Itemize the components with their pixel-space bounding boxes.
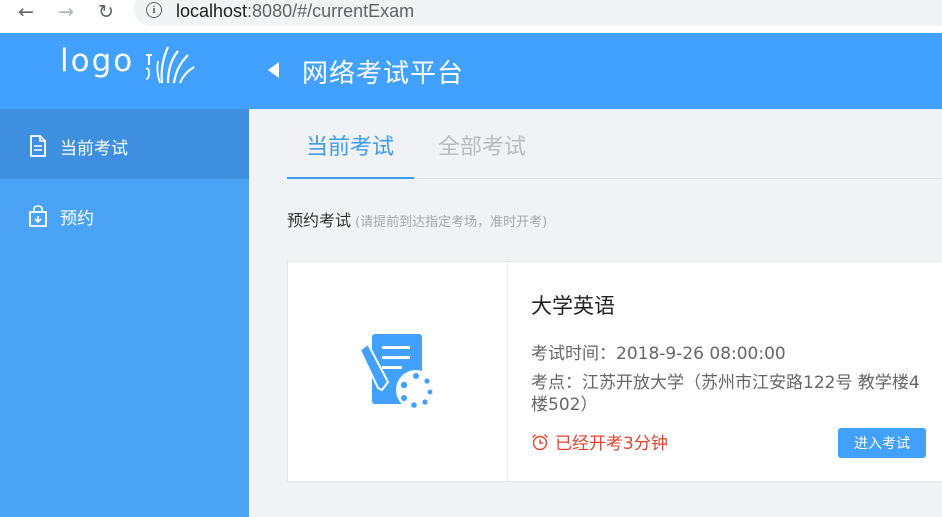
sidebar-item-label: 当前考试	[60, 139, 128, 159]
exam-status: 已经开考3分钟	[531, 429, 668, 454]
section-heading: 预约考试 (请提前到达指定考场，准时开考)	[287, 207, 547, 231]
collapse-sidebar-icon[interactable]	[268, 62, 279, 78]
exam-card-icon-area	[288, 262, 508, 481]
active-tab-indicator	[287, 177, 414, 179]
forward-arrow-icon[interactable]: →	[54, 0, 78, 24]
url-text[interactable]: localhost:8080/#/currentExam	[176, 0, 414, 22]
section-note: (请提前到达指定考场，准时开考)	[355, 215, 548, 230]
url-host: localhost	[176, 1, 248, 21]
tab-current-exam[interactable]: 当前考试	[306, 129, 394, 161]
exam-card: 大学英语 考试时间：2018-9-26 08:00:00 考点：江苏开放大学（苏…	[287, 261, 942, 482]
back-arrow-icon[interactable]: ←	[14, 0, 38, 24]
app-header: logo 网络考试平台	[0, 33, 942, 109]
grass-logo-icon	[145, 46, 195, 84]
exam-tabs: 当前考试 全部考试	[287, 109, 942, 179]
sidebar-item-current-exam[interactable]: 当前考试	[0, 109, 249, 179]
exam-location: 考点：江苏开放大学（苏州市江安路122号 教学楼4楼502）	[531, 373, 920, 415]
app-title: 网络考试平台	[302, 59, 465, 89]
reload-icon[interactable]: ↻	[94, 0, 118, 24]
exam-time: 考试时间：2018-9-26 08:00:00	[531, 344, 786, 364]
url-path: :8080/#/currentExam	[247, 1, 415, 21]
tab-all-exams[interactable]: 全部考试	[438, 129, 526, 161]
logo-text: logo	[60, 43, 135, 79]
main-content: 当前考试 全部考试 预约考试 (请提前到达指定考场，准时开考) 大学英语 考试时…	[249, 109, 942, 517]
sidebar-item-label: 预约	[60, 209, 94, 229]
exam-status-text: 已经开考3分钟	[555, 434, 668, 454]
enter-exam-button[interactable]: 进入考试	[838, 428, 926, 458]
exam-name: 大学英语	[531, 294, 615, 318]
section-title: 预约考试	[287, 211, 352, 230]
shopping-bag-icon	[29, 205, 47, 227]
exam-paper-icon	[358, 334, 436, 410]
info-icon[interactable]: i	[146, 2, 162, 18]
sidebar-item-reservation[interactable]: 预约	[0, 179, 249, 249]
alarm-clock-icon	[532, 433, 548, 450]
browser-toolbar: ← → ↻ i localhost:8080/#/currentExam	[0, 0, 942, 33]
sidebar: 当前考试 预约	[0, 109, 249, 517]
document-icon	[30, 135, 46, 157]
